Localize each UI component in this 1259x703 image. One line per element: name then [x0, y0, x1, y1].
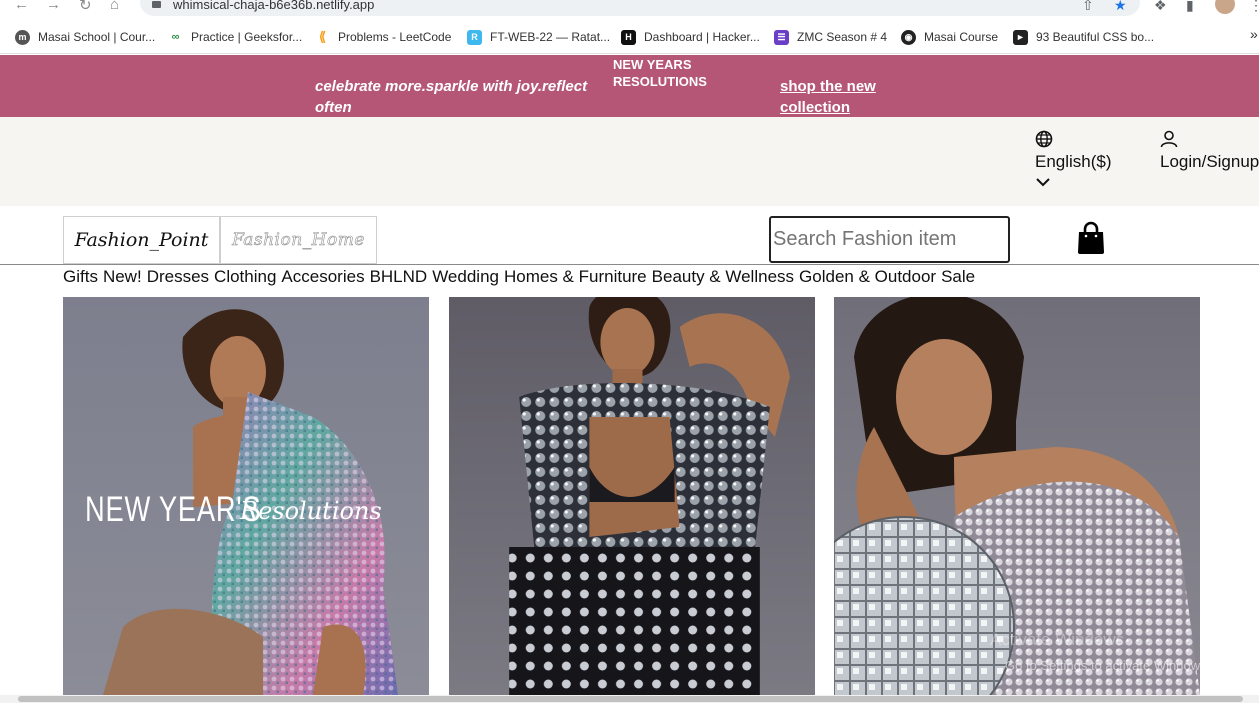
brand-logo-primary[interactable]: Fashion_Point	[63, 216, 220, 264]
github-icon: ◉	[901, 29, 916, 45]
promo-banner: celebrate more.sparkle with joy.reflect …	[0, 55, 1259, 117]
bookmark-label: Problems - LeetCode	[338, 30, 452, 44]
bookmark-label: ZMC Season # 4	[797, 30, 888, 44]
bookmark-label: Masai Course	[924, 30, 999, 44]
category-nav: Gifts New! Dresses Clothing Accesories B…	[63, 267, 975, 287]
bookmark-masai-course[interactable]: ◉ Masai Course	[901, 28, 998, 46]
bookmark-geeksforgeeks[interactable]: ∞ Practice | Geeksfor...	[168, 28, 303, 46]
profile-avatar[interactable]	[1215, 0, 1235, 14]
bookmark-leetcode[interactable]: ⟪ Problems - LeetCode	[315, 28, 452, 46]
brand-logo-secondary[interactable]: Fashion_Home	[220, 216, 377, 264]
extensions-icon[interactable]: ❖	[1154, 0, 1167, 14]
login-label: Login/Signup	[1160, 152, 1259, 171]
nav-item-beauty-wellness[interactable]: Beauty & Wellness	[652, 267, 794, 287]
hero-overlay-left: NEW YEAR'S	[85, 490, 262, 529]
more-bookmarks-button[interactable]: »	[1250, 26, 1258, 42]
bookmark-label: Practice | Geeksfor...	[191, 30, 303, 44]
ratatype-icon: R	[467, 29, 482, 45]
bookmark-label: FT-WEB-22 — Ratat...	[490, 30, 611, 44]
user-icon	[1160, 130, 1178, 148]
back-icon[interactable]: ←	[14, 0, 29, 13]
nav-item-accesories[interactable]: Accesories	[281, 267, 364, 287]
nav-item-bhlnd[interactable]: BHLND	[370, 267, 428, 287]
bookmark-ratatype[interactable]: R FT-WEB-22 — Ratat...	[467, 28, 610, 46]
search-input[interactable]	[769, 216, 1010, 263]
share-icon[interactable]: ⇧	[1082, 0, 1094, 14]
hero-overlay-right: Resolutions	[240, 497, 382, 525]
shop-collection-link[interactable]: shop the new collection	[780, 76, 910, 118]
side-panel-icon[interactable]: ▮	[1186, 0, 1194, 14]
chevron-down-icon	[1036, 178, 1050, 187]
login-signup-link[interactable]: Login/Signup	[1160, 130, 1259, 172]
bookmarks-bar: m Masai School | Cour... ∞ Practice | Ge…	[0, 20, 1259, 54]
promo-tagline: celebrate more.sparkle with joy.reflect …	[315, 78, 588, 116]
url-text[interactable]: whimsical-chaja-b6e36b.netlify.app	[173, 0, 374, 12]
bookmark-zmc[interactable]: ☰ ZMC Season # 4	[774, 28, 887, 46]
shopping-bag-icon[interactable]	[1076, 221, 1106, 255]
nav-item-sale[interactable]: Sale	[941, 267, 975, 287]
bookmark-star-icon[interactable]: ★	[1114, 0, 1127, 14]
geeksforgeeks-icon: ∞	[171, 31, 180, 43]
forward-icon[interactable]: →	[46, 0, 61, 13]
home-icon[interactable]: ⌂	[110, 0, 119, 13]
language-label: English($)	[1035, 152, 1112, 171]
bookmark-label: Masai School | Cour...	[38, 30, 156, 44]
globe-icon	[1035, 130, 1053, 148]
css-icon: ►	[1013, 29, 1028, 45]
hero-image-2[interactable]	[449, 297, 815, 695]
reload-icon[interactable]: ↻	[79, 0, 92, 14]
promo-title: NEW YEARS RESOLUTIONS	[613, 57, 707, 89]
nav-item-dresses[interactable]: Dresses	[147, 267, 209, 287]
nav-item-clothing[interactable]: Clothing	[214, 267, 276, 287]
masai-icon: m	[15, 29, 30, 45]
hackerrank-icon: H	[621, 29, 636, 45]
horizontal-scrollbar[interactable]	[0, 695, 1259, 703]
nav-item-wedding[interactable]: Wedding	[432, 267, 499, 287]
bookmark-hackerrank[interactable]: H Dashboard | Hacker...	[621, 28, 760, 46]
nav-item-golden-outdoor[interactable]: Golden & Outdoor	[799, 267, 936, 287]
header-divider	[0, 264, 1259, 265]
nav-item-new[interactable]: New!	[103, 267, 142, 287]
bookmark-label: 93 Beautiful CSS bo...	[1036, 30, 1155, 44]
nav-item-gifts[interactable]: Gifts	[63, 267, 98, 287]
browser-toolbar: ← → ↻ ⌂ whimsical-chaja-b6e36b.netlify.a…	[0, 0, 1259, 20]
windows-activation-hint: Go to Settings to activate Windows.	[1005, 658, 1211, 673]
language-selector[interactable]: English($)	[1035, 130, 1112, 188]
scrollbar-thumb[interactable]	[18, 696, 1243, 702]
menu-icon[interactable]: ⋮	[1249, 0, 1259, 14]
nav-item-homes-furniture[interactable]: Homes & Furniture	[504, 267, 647, 287]
windows-activation-watermark: Activate Windows	[990, 630, 1125, 649]
bookmark-css-buttons[interactable]: ► 93 Beautiful CSS bo...	[1013, 28, 1154, 46]
zmc-icon: ☰	[774, 29, 789, 45]
lock-icon[interactable]	[152, 0, 161, 8]
bookmark-label: Dashboard | Hacker...	[644, 30, 760, 44]
leetcode-icon: ⟪	[318, 29, 327, 44]
utility-bar: English($) Login/Signup	[0, 117, 1259, 206]
bookmark-masai[interactable]: m Masai School | Cour...	[15, 28, 155, 46]
